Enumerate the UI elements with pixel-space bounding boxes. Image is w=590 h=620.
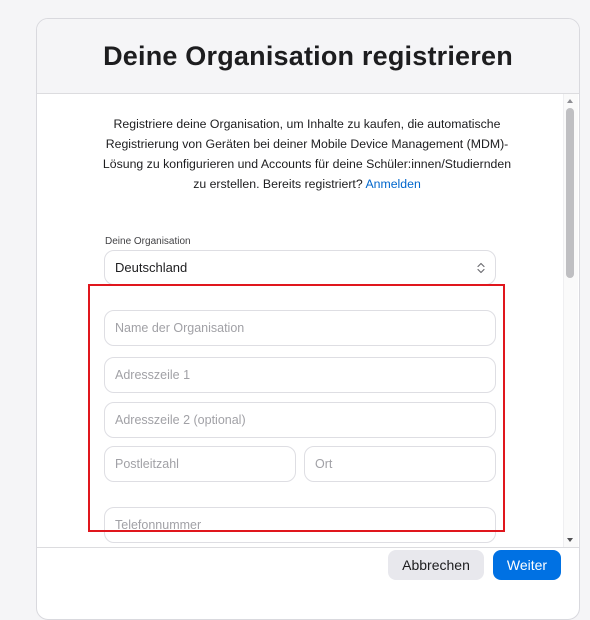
scrollbar-thumb[interactable] [566, 108, 574, 278]
country-select-value: Deutschland [115, 260, 188, 275]
phone-placeholder: Telefonnummer [115, 518, 202, 532]
address-line2-field[interactable]: Adresszeile 2 (optional) [104, 402, 496, 438]
chevron-updown-icon [477, 262, 485, 274]
address-line1-placeholder: Adresszeile 1 [115, 368, 191, 382]
registration-dialog: Deine Organisation registrieren Registri… [36, 18, 580, 620]
next-button[interactable]: Weiter [493, 550, 561, 580]
organization-label: Deine Organisation [105, 236, 191, 247]
postal-code-placeholder: Postleitzahl [115, 457, 179, 471]
form-scroll-area[interactable]: Registriere deine Organisation, um Inhal… [37, 94, 579, 547]
scroll-up-arrow-icon[interactable] [567, 99, 573, 103]
sign-in-link[interactable]: Anmelden [365, 177, 420, 191]
scroll-down-arrow-icon[interactable] [567, 538, 573, 542]
intro-body: Registriere deine Organisation, um Inhal… [102, 117, 512, 191]
phone-field[interactable]: Telefonnummer [104, 507, 496, 543]
intro-text: Registriere deine Organisation, um Inhal… [97, 114, 517, 194]
dialog-header: Deine Organisation registrieren [37, 19, 579, 94]
city-field[interactable]: Ort [304, 446, 496, 482]
address-line2-placeholder: Adresszeile 2 (optional) [115, 413, 246, 427]
cancel-button[interactable]: Abbrechen [388, 550, 484, 580]
footer-divider [37, 547, 579, 548]
city-placeholder: Ort [315, 457, 333, 471]
dialog-title: Deine Organisation registrieren [103, 40, 513, 71]
postal-code-field[interactable]: Postleitzahl [104, 446, 296, 482]
vertical-scrollbar[interactable] [563, 94, 578, 547]
org-name-field[interactable]: Name der Organisation [104, 310, 496, 346]
address-line1-field[interactable]: Adresszeile 1 [104, 357, 496, 393]
country-select[interactable]: Deutschland [104, 250, 496, 285]
org-name-placeholder: Name der Organisation [115, 321, 245, 335]
